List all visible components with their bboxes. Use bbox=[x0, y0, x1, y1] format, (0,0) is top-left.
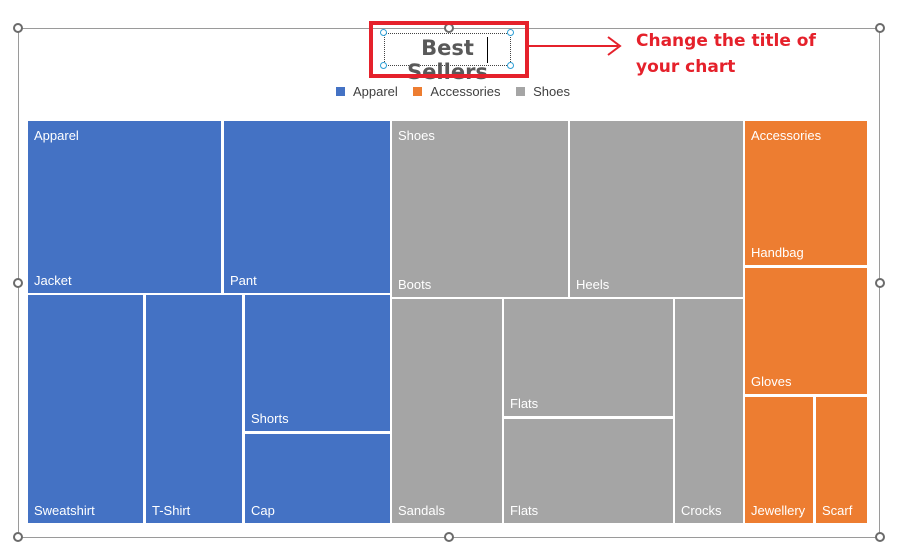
category-label: Accessories bbox=[751, 128, 822, 143]
tile-label: Jacket bbox=[34, 273, 72, 288]
treemap-plot: Jacket Pant Sweatshirt T-Shirt Shorts Cap Appa… bbox=[28, 121, 867, 523]
tile-label: Flats bbox=[510, 503, 539, 518]
treemap-tile-sweatshirt[interactable] bbox=[28, 295, 143, 523]
category-label: Apparel bbox=[34, 128, 79, 143]
treemap-tile-heels[interactable] bbox=[570, 121, 743, 297]
treemap-tile-jacket[interactable] bbox=[28, 121, 221, 293]
treemap-tile-sandals[interactable] bbox=[392, 299, 502, 523]
tile-label: Flats bbox=[510, 396, 539, 411]
tile-label: Cap bbox=[251, 503, 275, 518]
treemap-tile-boots[interactable] bbox=[392, 121, 568, 297]
tile-label: Crocks bbox=[681, 503, 722, 518]
treemap-tile-t-shirt[interactable] bbox=[146, 295, 242, 523]
tile-label: Boots bbox=[398, 277, 432, 292]
tile-label: Sandals bbox=[398, 503, 445, 518]
tile-label: Shorts bbox=[251, 411, 289, 426]
tile-label: Scarf bbox=[822, 503, 853, 518]
tile-label: Heels bbox=[576, 277, 610, 292]
tile-label: Gloves bbox=[751, 374, 792, 389]
treemap-tile-crocks[interactable] bbox=[675, 299, 743, 523]
tile-label: Jewellery bbox=[751, 503, 806, 518]
category-label: Shoes bbox=[398, 128, 435, 143]
tile-label: Handbag bbox=[751, 245, 804, 260]
tile-label: Sweatshirt bbox=[34, 503, 95, 518]
treemap-tile-pant[interactable] bbox=[224, 121, 390, 293]
tile-label: T-Shirt bbox=[152, 503, 191, 518]
tile-label: Pant bbox=[230, 273, 257, 288]
